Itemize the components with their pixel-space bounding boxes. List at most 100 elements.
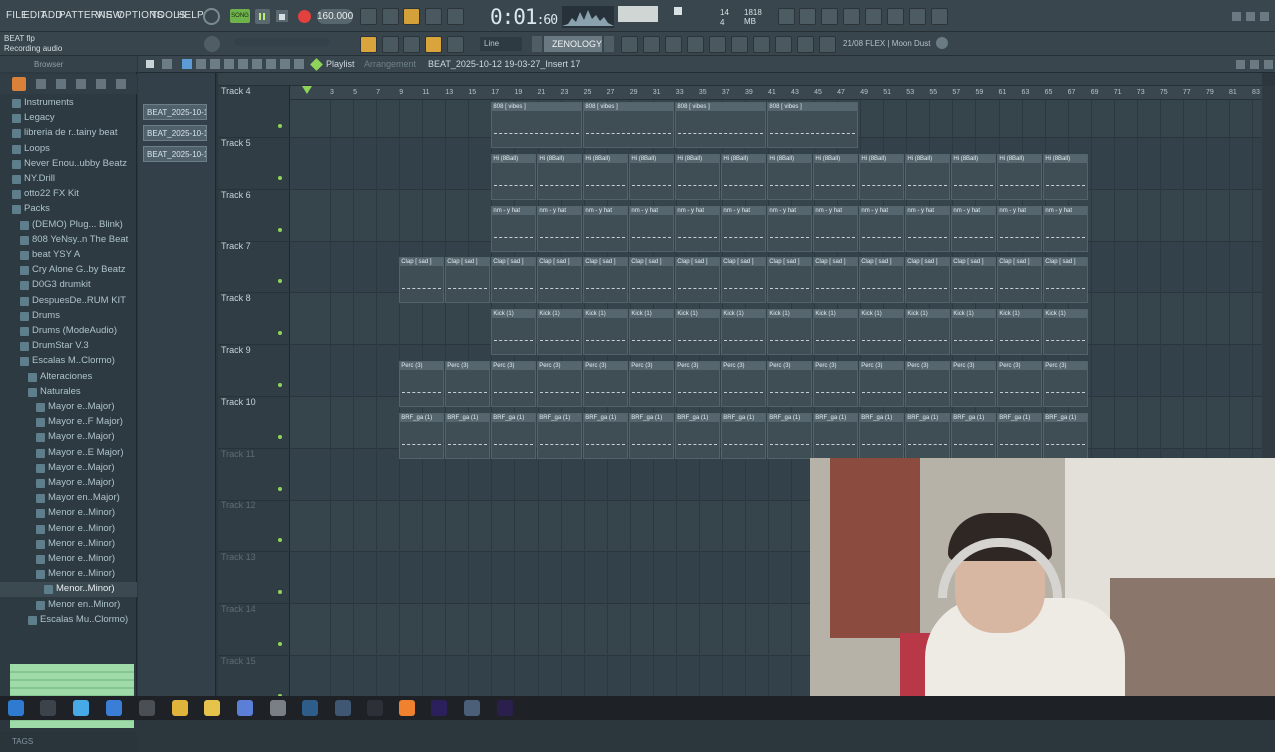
pattern-clip[interactable]: Clap [ sad ] — [583, 257, 629, 304]
pattern-clip[interactable]: Perc (3) — [491, 361, 537, 407]
menu-help[interactable]: HELP — [177, 10, 204, 21]
pattern-clip[interactable]: nm - y hat — [813, 205, 859, 252]
slice-tool-icon[interactable] — [252, 59, 262, 69]
playlist-close-icon[interactable] — [1264, 60, 1273, 69]
pattern-clip[interactable]: Hi (8Ball) — [675, 153, 721, 200]
pattern-clip[interactable]: Perc (3) — [583, 361, 629, 407]
metronome-button[interactable] — [360, 8, 377, 25]
pattern-clip[interactable]: Hi (8Ball) — [721, 153, 767, 200]
plugin-icon[interactable] — [887, 8, 904, 25]
pattern-clip[interactable]: Clap [ sad ] — [675, 257, 721, 304]
pattern-clip[interactable]: nm - y hat — [629, 205, 675, 252]
track-led[interactable] — [278, 434, 282, 439]
browser-item[interactable]: Mayor e..Major) — [0, 461, 137, 476]
track-led[interactable] — [278, 227, 282, 232]
pattern-clip[interactable]: nm - y hat — [905, 205, 951, 252]
preset-display[interactable]: ZENOLOGY — [544, 36, 602, 52]
track-header[interactable]: Track 4 — [218, 86, 290, 138]
stop-button[interactable] — [276, 10, 288, 22]
pattern-clip[interactable]: Clap [ sad ] — [491, 257, 537, 304]
pattern-clip[interactable]: BRF_ga (1) — [491, 412, 537, 459]
pattern-clip[interactable]: Clap [ sad ] — [767, 257, 813, 304]
pattern-clip[interactable]: Clap [ sad ] — [399, 257, 445, 304]
browser-item[interactable]: (DEMO) Plug... Blink) — [0, 218, 137, 233]
pattern-clip[interactable]: BRF_ga (1) — [675, 412, 721, 459]
browser-item[interactable]: Never Enou..ubby Beatz — [0, 157, 137, 172]
track-header[interactable]: Track 10 — [218, 397, 290, 449]
playlist-icon[interactable] — [709, 36, 726, 53]
pencil-icon[interactable] — [403, 36, 420, 53]
pattern-clip[interactable]: Kick (1) — [675, 309, 721, 356]
pattern-clip[interactable]: BRF_ga (1) — [859, 412, 905, 459]
browser-item[interactable]: NY.Drill — [0, 172, 137, 187]
track-led[interactable] — [278, 175, 282, 180]
play-arrow-icon[interactable] — [146, 60, 154, 68]
pattern-clip[interactable]: Perc (3) — [629, 361, 675, 407]
pattern-clip[interactable]: Hi (8Ball) — [491, 153, 537, 200]
pattern-clip[interactable]: Perc (3) — [537, 361, 583, 407]
news-ticker[interactable]: 21/08 FLEX | Moon Dust — [843, 39, 930, 48]
browser-item[interactable]: Escalas Mu..Clormo) — [0, 613, 137, 628]
play-button[interactable] — [255, 9, 270, 24]
time-display[interactable]: 0:01:60 — [490, 5, 558, 29]
pattern-clip[interactable]: Kick (1) — [905, 309, 951, 356]
piano-roll-icon[interactable] — [665, 36, 682, 53]
start-icon[interactable] — [8, 700, 24, 716]
pattern-clip[interactable]: Hi (8Ball) — [997, 153, 1043, 200]
link-icon[interactable] — [425, 36, 442, 53]
pattern-clip[interactable]: Perc (3) — [721, 361, 767, 407]
browser-item[interactable]: Mayor e..Major) — [0, 400, 137, 415]
pattern-clip[interactable]: Hi (8Ball) — [583, 153, 629, 200]
browser-item[interactable]: Mayor e..Major) — [0, 476, 137, 491]
pattern-clip[interactable]: Kick (1) — [951, 309, 997, 356]
pattern-clip[interactable]: nm - y hat — [1043, 205, 1089, 252]
track-header[interactable]: Track 6 — [218, 190, 290, 242]
track-led[interactable] — [278, 642, 282, 646]
pattern-clip[interactable]: Clap [ sad ] — [813, 257, 859, 304]
pattern-clip[interactable]: Clap [ sad ] — [997, 257, 1043, 304]
pattern-clip[interactable]: 808 [ vibes ] — [491, 102, 583, 148]
tags-bar[interactable]: TAGS — [0, 732, 137, 752]
song-mode-button[interactable]: SONG — [230, 9, 250, 23]
track-header[interactable]: Track 12 — [218, 500, 290, 553]
undo-icon[interactable] — [778, 8, 795, 25]
pattern-name[interactable]: BEAT_2025-10-12 19-03-27_Insert 17 — [428, 59, 580, 69]
save-icon[interactable] — [865, 8, 882, 25]
pattern-clip[interactable]: Perc (3) — [675, 361, 721, 407]
pattern-clip[interactable]: Perc (3) — [445, 361, 491, 407]
pattern-clip[interactable]: BRF_ga (1) — [1043, 412, 1089, 459]
browser-item[interactable]: Packs — [0, 202, 137, 217]
prev-preset-button[interactable] — [532, 36, 542, 52]
browser-item[interactable]: Mayor e..Major) — [0, 430, 137, 445]
browser-item[interactable]: Drums — [0, 309, 137, 324]
mic-icon[interactable] — [821, 8, 838, 25]
track-header[interactable]: Track 5 — [218, 138, 290, 190]
after-effects-icon[interactable] — [431, 700, 447, 716]
pencil-tool-icon[interactable] — [182, 59, 192, 69]
pattern-clip[interactable]: BRF_ga (1) — [537, 412, 583, 459]
sort-icon[interactable] — [96, 79, 106, 89]
browser-item[interactable]: Naturales — [0, 385, 137, 400]
pattern-clip[interactable]: Perc (3) — [813, 361, 859, 407]
track-led[interactable] — [278, 124, 282, 128]
pattern-clip[interactable]: nm - y hat — [583, 205, 629, 252]
pattern-clip[interactable]: Perc (3) — [399, 361, 445, 407]
delete-tool-icon[interactable] — [210, 59, 220, 69]
browser-item[interactable]: D0G3 drumkit — [0, 278, 137, 293]
browser-item[interactable]: libreria de r..tainy beat — [0, 126, 137, 141]
obs-icon[interactable] — [270, 700, 286, 716]
pattern-clip[interactable]: 808 [ vibes ] — [675, 102, 767, 148]
list-icon[interactable] — [819, 36, 836, 53]
brush-tool-icon[interactable] — [196, 59, 206, 69]
browser-item[interactable]: Instruments — [0, 96, 137, 111]
app4-icon[interactable] — [464, 700, 480, 716]
step-edit-button[interactable] — [425, 8, 442, 25]
timeline-ruler[interactable]: 3 5 7 9 11 13 15 17 19 21 23 25 27 29 31 33 35 37 39 41 43 45… — [290, 86, 1262, 100]
app-icon[interactable] — [139, 700, 155, 716]
chrome-icon[interactable] — [172, 700, 188, 716]
pattern-clip[interactable]: BRF_ga (1) — [583, 412, 629, 459]
select-tool-icon[interactable] — [266, 59, 276, 69]
pattern-clip[interactable]: Clap [ sad ] — [859, 257, 905, 304]
minimize-icon[interactable] — [1232, 12, 1241, 21]
pattern-clip[interactable]: Perc (3) — [859, 361, 905, 407]
